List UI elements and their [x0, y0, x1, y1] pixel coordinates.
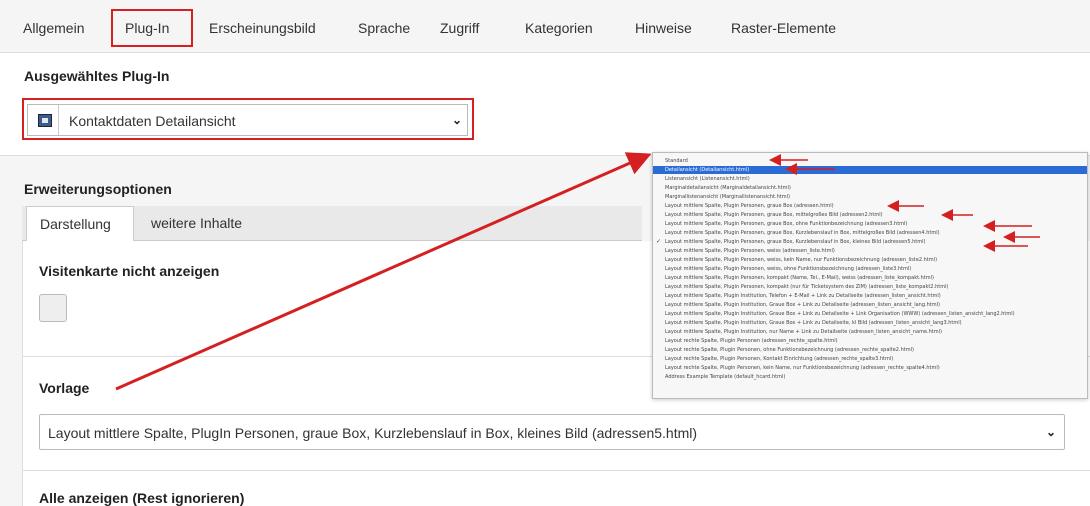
hide-card-label: Visitenkarte nicht anzeigen — [39, 263, 220, 279]
template-option[interactable]: Layout mittlere Spalte, Plugin Personen,… — [653, 220, 1087, 228]
chevron-down-icon: ⌄ — [1046, 425, 1057, 439]
template-option[interactable]: Layout rechte Spalte, Plugin Personen, k… — [653, 364, 1087, 372]
divider — [22, 470, 1090, 471]
template-label: Vorlage — [39, 380, 90, 396]
plugin-heading: Ausgewähltes Plug-In — [24, 68, 170, 84]
template-option-selected[interactable]: Detailansicht (Detailansicht.html) — [653, 166, 1087, 174]
select-divider — [58, 105, 59, 135]
template-option[interactable]: Layout mittlere Spalte, Plugin Instituti… — [653, 319, 1087, 327]
active-tab-highlight — [111, 9, 193, 47]
template-select-value: Layout mittlere Spalte, PlugIn Personen,… — [48, 425, 698, 441]
plugin-select-value: Kontaktdaten Detailansicht — [69, 113, 236, 129]
checkmark-icon: ✓ — [656, 238, 662, 245]
show-all-label: Alle anzeigen (Rest ignorieren) — [39, 490, 245, 506]
template-option[interactable]: Listenansicht (Listenansicht.html) — [653, 175, 1087, 183]
tab-allgemein[interactable]: Allgemein — [23, 20, 84, 36]
chevron-down-icon: ⌄ — [452, 113, 463, 127]
tab-darstellung[interactable]: Darstellung — [26, 206, 134, 242]
template-option[interactable]: Layout mittlere Spalte, Plugin Personen,… — [653, 202, 1087, 210]
extension-heading: Erweiterungsoptionen — [24, 181, 172, 197]
plugin-select[interactable]: Kontaktdaten Detailansicht ⌄ — [27, 104, 468, 136]
tab-raster-elemente[interactable]: Raster-Elemente — [731, 20, 836, 36]
template-option[interactable]: Layout mittlere Spalte, Plugin Personen,… — [653, 211, 1087, 219]
template-option-label: Layout mittlere Spalte, Plugin Personen,… — [665, 239, 926, 245]
template-option[interactable]: Layout mittlere Spalte, Plugin Instituti… — [653, 328, 1087, 336]
template-option[interactable]: Layout mittlere Spalte, Plugin Instituti… — [653, 310, 1087, 318]
template-option-checked[interactable]: ✓ Layout mittlere Spalte, Plugin Personen… — [653, 238, 1087, 246]
template-option[interactable]: Layout mittlere Spalte, Plugin Instituti… — [653, 301, 1087, 309]
tab-sprache[interactable]: Sprache — [358, 20, 410, 36]
template-option[interactable]: Layout mittlere Spalte, Plugin Personen,… — [653, 256, 1087, 264]
template-option[interactable]: Address Example Template (default_hcard.… — [653, 373, 1087, 381]
template-option[interactable]: Layout rechte Spalte, Plugin Personen, K… — [653, 355, 1087, 363]
template-option[interactable]: Layout mittlere Spalte, Plugin Personen,… — [653, 274, 1087, 282]
template-option[interactable]: Layout mittlere Spalte, Plugin Personen,… — [653, 283, 1087, 291]
tab-erscheinungsbild[interactable]: Erscheinungsbild — [209, 20, 316, 36]
tab-weitere-inhalte[interactable]: weitere Inhalte — [151, 215, 242, 231]
template-option[interactable]: Layout mittlere Spalte, Plugin Personen,… — [653, 247, 1087, 255]
tab-kategorien[interactable]: Kategorien — [525, 20, 593, 36]
template-option[interactable]: Marginaldetailansicht (Marginaldetailans… — [653, 184, 1087, 192]
template-option[interactable]: Layout mittlere Spalte, Plugin Personen,… — [653, 229, 1087, 237]
tab-hinweise[interactable]: Hinweise — [635, 20, 692, 36]
template-option[interactable]: Layout rechte Spalte, Plugin Personen (a… — [653, 337, 1087, 345]
template-option[interactable]: Standard — [653, 157, 1087, 165]
plugin-contact-icon — [38, 113, 52, 127]
template-select[interactable]: Layout mittlere Spalte, PlugIn Personen,… — [39, 414, 1065, 450]
template-option[interactable]: Layout mittlere Spalte, Plugin Instituti… — [653, 292, 1087, 300]
hide-card-checkbox[interactable] — [39, 294, 67, 322]
template-option[interactable]: Layout rechte Spalte, Plugin Personen, o… — [653, 346, 1087, 354]
template-option[interactable]: Layout mittlere Spalte, Plugin Personen,… — [653, 265, 1087, 273]
template-options-popup: Standard Detailansicht (Detailansicht.ht… — [652, 152, 1088, 399]
template-option[interactable]: Marginallistenansicht (Marginallistenans… — [653, 193, 1087, 201]
tab-zugriff[interactable]: Zugriff — [440, 20, 479, 36]
